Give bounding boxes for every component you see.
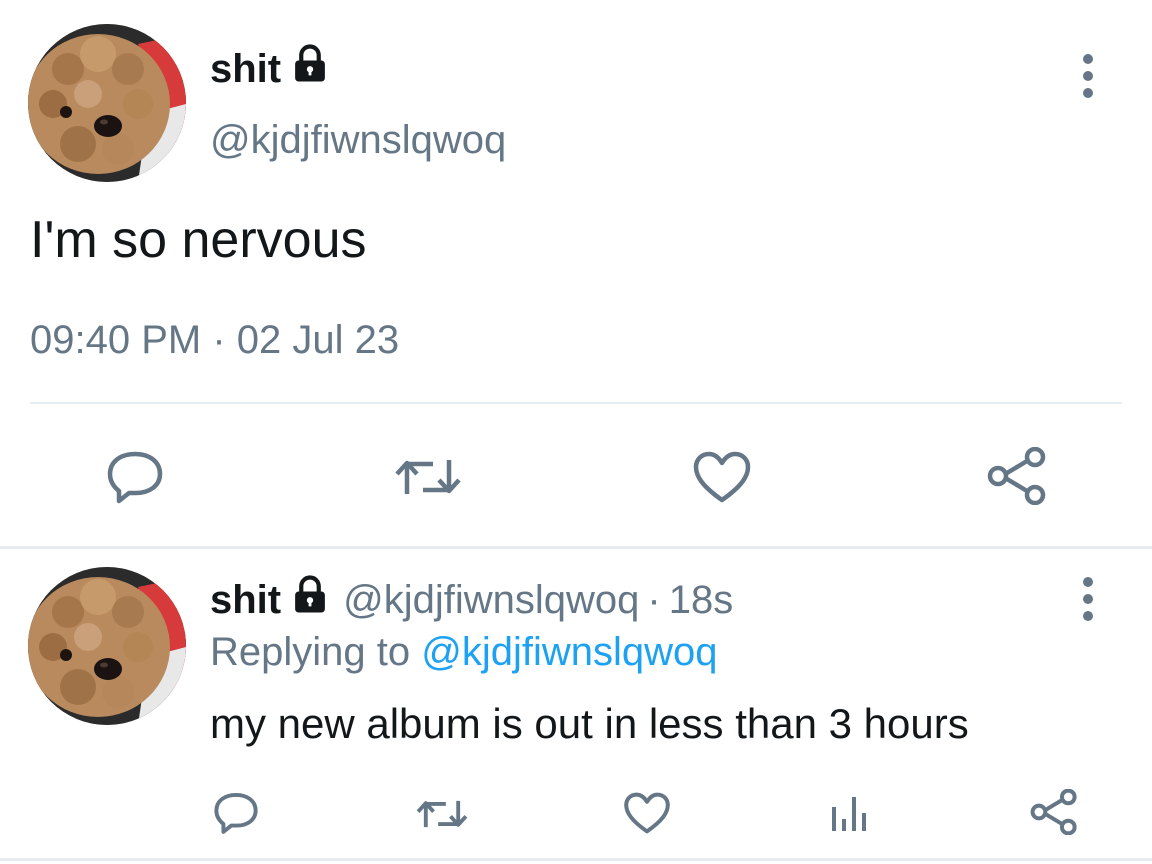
more-vertical-icon[interactable] bbox=[1078, 53, 1098, 99]
reply-icon[interactable] bbox=[102, 448, 168, 506]
more-vertical-icon[interactable] bbox=[1078, 576, 1098, 622]
avatar[interactable] bbox=[28, 24, 186, 182]
separator: · bbox=[647, 577, 661, 622]
retweet-icon[interactable] bbox=[414, 792, 470, 836]
tweet-text: I'm so nervous bbox=[30, 211, 367, 269]
avatar[interactable] bbox=[28, 567, 186, 725]
tweet-text: my new album is out in less than 3 hours bbox=[210, 700, 969, 747]
divider bbox=[0, 858, 1152, 861]
share-icon[interactable] bbox=[1028, 788, 1080, 836]
display-name[interactable]: shit bbox=[210, 44, 331, 94]
replying-to: Replying to @kjdjfiwnslqwoq bbox=[210, 630, 718, 675]
lock-icon bbox=[289, 574, 331, 626]
tweet-header: shit @kjdjfiwnslqwoq · 18s bbox=[210, 574, 734, 626]
lock-icon bbox=[289, 43, 331, 95]
divider bbox=[30, 402, 1122, 404]
display-name[interactable]: shit bbox=[210, 578, 281, 623]
dog-photo bbox=[28, 567, 186, 725]
timestamp: 09:40 PM · 02 Jul 23 bbox=[30, 318, 400, 362]
relative-time: 18s bbox=[668, 577, 734, 622]
replying-to-label: Replying to bbox=[210, 630, 411, 674]
handle[interactable]: @kjdjfiwnslqwoq bbox=[343, 578, 639, 623]
share-icon[interactable] bbox=[984, 446, 1050, 506]
heart-icon[interactable] bbox=[622, 790, 672, 836]
replying-to-handle-link[interactable]: @kjdjfiwnslqwoq bbox=[421, 630, 717, 674]
reply-icon[interactable] bbox=[210, 790, 262, 836]
analytics-icon[interactable] bbox=[826, 792, 874, 834]
divider bbox=[0, 546, 1152, 549]
heart-icon[interactable] bbox=[690, 448, 754, 506]
dog-photo bbox=[28, 24, 186, 182]
display-name-text: shit bbox=[210, 46, 282, 91]
handle[interactable]: @kjdjfiwnslqwoq bbox=[210, 118, 506, 163]
retweet-icon[interactable] bbox=[392, 448, 464, 506]
